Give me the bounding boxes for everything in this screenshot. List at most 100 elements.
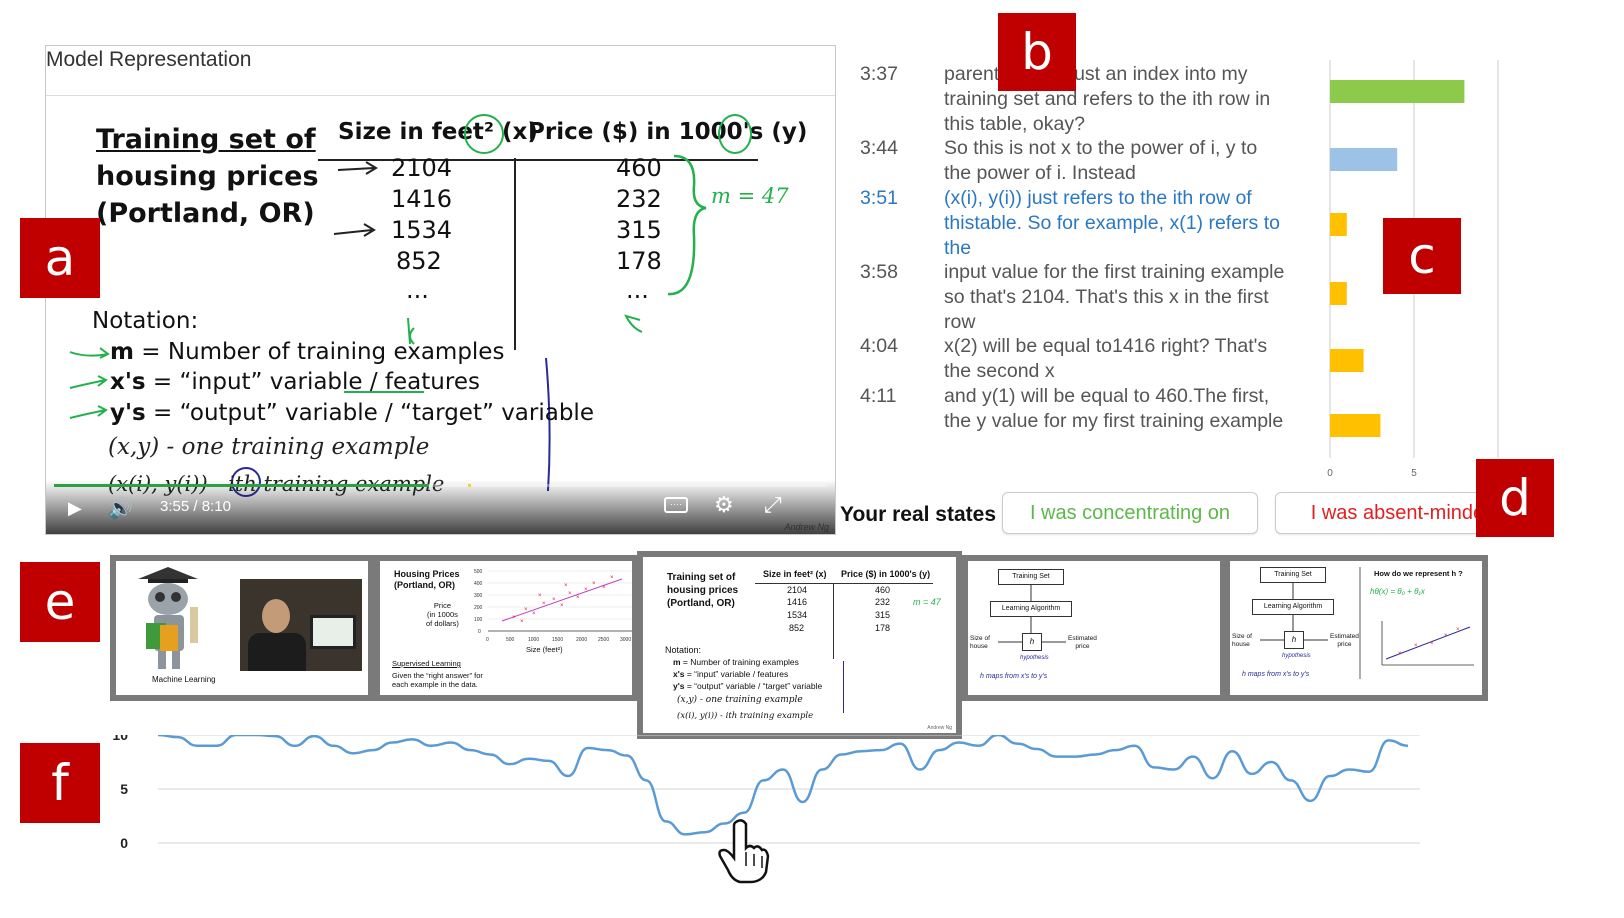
svg-text:×: ×	[564, 583, 568, 589]
line-chart-ytick-label: 5	[120, 781, 128, 797]
transcript-text: parenthesis is just an index into my tra…	[944, 63, 1271, 135]
svg-text:×: ×	[610, 575, 614, 581]
row-arrow-3	[333, 223, 376, 237]
notation-title: Notation:	[92, 308, 199, 334]
thumb3-cell: 460	[875, 585, 891, 595]
thumb2-xticks: 0 500 1000 1500 2000 2500 3000	[486, 637, 631, 643]
concentrating-button[interactable]: I was concentrating on	[1002, 492, 1258, 534]
thumb3-heading-line: (Portland, OR)	[667, 598, 735, 609]
bar-chart-bar	[1330, 414, 1381, 437]
svg-text:×: ×	[542, 601, 546, 607]
thumb3-hand2: (x(i), y(i)) - ith training example	[677, 711, 814, 721]
notation-arrow-y	[69, 405, 108, 419]
slide-thumbnail-4[interactable]: Training Set Learning Algorithm h Size o…	[962, 555, 1226, 701]
notation-y: y's = “output” variable / “target” varia…	[110, 400, 594, 426]
thumb5-est-line: Estimated	[1330, 633, 1359, 640]
thumb2-xtick: 2500	[598, 637, 609, 643]
thumb4-size-house: Size of house	[970, 635, 990, 651]
transcript-text: input value for the first training examp…	[944, 261, 1285, 333]
notation-x: x's = “input” variable / features	[110, 369, 480, 395]
transcript-timestamp[interactable]: 3:58	[860, 260, 920, 285]
lecturer-monitor	[310, 615, 356, 649]
progress-fill	[54, 484, 429, 487]
thumb4-size-line: house	[970, 643, 988, 650]
notation-arrow-m	[69, 347, 110, 359]
lecturer-head	[262, 599, 290, 633]
svg-text:×: ×	[602, 585, 606, 591]
progress-bar[interactable]	[54, 484, 827, 487]
captions-icon[interactable]: ····	[664, 497, 688, 513]
thumb4-est-line: Estimated	[1068, 635, 1097, 642]
thumb3-cell: 178	[875, 623, 891, 633]
thumb3-notation-title: Notation:	[665, 645, 702, 655]
slide-thumbnail-1[interactable]: Machine Learning	[110, 555, 374, 701]
svg-text:×: ×	[1430, 641, 1434, 647]
slide-thumbnail-5[interactable]: Training Set Learning Algorithm h × × × × × …	[1224, 555, 1488, 701]
notation-m-symbol: m	[110, 339, 134, 365]
slide-thumbnail-3-current[interactable]: Training set of housing prices (Portland…	[637, 551, 962, 739]
transcript-timestamp[interactable]: 4:11	[860, 384, 920, 409]
bar-chart-bar	[1330, 80, 1465, 103]
marker-e: e	[20, 562, 100, 642]
transcript-timestamp[interactable]: 3:51	[860, 186, 920, 211]
video-title: Model Representation	[46, 48, 252, 71]
y-uparrow-mark	[624, 314, 643, 333]
bar-chart-tick-label: 0	[1327, 468, 1333, 479]
thumb2-ylabel-line: (in 1000s	[427, 610, 458, 619]
gear-icon[interactable]: ⚙	[714, 492, 734, 518]
thumbnail-caption: Machine Learning	[152, 675, 216, 684]
bar-chart-tick-label: 5	[1411, 468, 1417, 479]
thumb2-xtick: 1500	[552, 637, 563, 643]
handwritten-one-training-example: (x,y) - one training example	[108, 434, 430, 460]
notation-m-text: = Number of training examples	[133, 339, 505, 365]
thumb2-xtick: 500	[506, 637, 515, 643]
thumb3-col-size: Size in feet² (x)	[763, 569, 827, 579]
bar-chart-bar	[1330, 213, 1347, 236]
notation-arrow-x	[69, 375, 108, 389]
transcript-text: and y(1) will be equal to 460.The first,…	[944, 385, 1284, 432]
thumb5-est-line: price	[1337, 641, 1352, 648]
thumb5-maps: h maps from x's to y's	[1242, 671, 1310, 678]
thumb5-est-price: Estimated price	[1330, 633, 1359, 649]
thumb3-notation-y: y's = “output” variable / “target” varia…	[673, 681, 822, 691]
notation-y-symbol: y's	[110, 400, 146, 426]
thumb3-notation-m-text: = Number of training examples	[680, 657, 799, 667]
thumb2-ytick: 500	[474, 569, 483, 575]
transcript-timestamp[interactable]: 3:44	[860, 136, 920, 161]
m-brace	[667, 154, 707, 296]
thumb3-notation-x-text: = “input” variable / features	[684, 669, 789, 679]
transcript-text: x(2) will be equal to1416 right? That's …	[944, 335, 1268, 382]
thumb4-hypothesis: hypothesis	[1020, 655, 1049, 661]
svg-text:×: ×	[1444, 633, 1448, 639]
thumb2-title-line: (Portland, OR)	[394, 580, 455, 590]
svg-text:×: ×	[524, 607, 528, 613]
transcript-timestamp[interactable]: 3:37	[860, 62, 920, 87]
marker-d: d	[1476, 459, 1554, 537]
attention-line-chart[interactable]: 10 5 0	[110, 735, 1490, 885]
lecture-slide[interactable]: Training set of housing prices (Portland…	[46, 95, 835, 534]
thumb2-title: Housing Prices (Portland, OR)	[394, 569, 460, 591]
thumb2-xtick: 1000	[528, 637, 539, 643]
time-separator: /	[193, 498, 198, 515]
fullscreen-icon[interactable]: ⤢	[764, 492, 782, 518]
volume-icon[interactable]: 🔊	[108, 496, 133, 521]
play-icon[interactable]: ▶	[68, 498, 82, 519]
thumb3-cell: 852	[789, 623, 805, 633]
transcript-timestamp[interactable]: 4:04	[860, 334, 920, 359]
thumb3-heading-line: Training set of	[667, 572, 736, 583]
thumb3-heading-line: housing prices	[667, 585, 739, 596]
thumb2-ylabel: Price (in 1000s of dollars)	[426, 601, 459, 628]
marker-f: f	[20, 743, 100, 823]
video-player[interactable]: Model Representation Training set of hou…	[45, 45, 836, 535]
slide-thumbnail-2[interactable]: Housing Prices (Portland, OR) Price (in …	[374, 555, 638, 701]
thumb3-hand1: (x,y) - one training example	[677, 695, 803, 705]
transcript-panel[interactable]: 3:37 parenthesis is just an index into my…	[860, 62, 1284, 472]
thumb2-ylabel-line: of dollars)	[426, 619, 459, 628]
duration: 8:10	[201, 498, 231, 515]
thumb3-notation-x-symbol: x's	[673, 669, 685, 679]
thumb5-size-line: Size of	[1232, 633, 1252, 640]
notation-y-text: = “output” variable / “target” variable	[145, 400, 594, 426]
line-chart-ytick-label: 10	[112, 735, 128, 743]
bar-chart-bar	[1330, 282, 1347, 305]
player-controls: ▶ 🔊 3:55 / 8:10 ···· ⚙ ⤢	[46, 480, 835, 534]
